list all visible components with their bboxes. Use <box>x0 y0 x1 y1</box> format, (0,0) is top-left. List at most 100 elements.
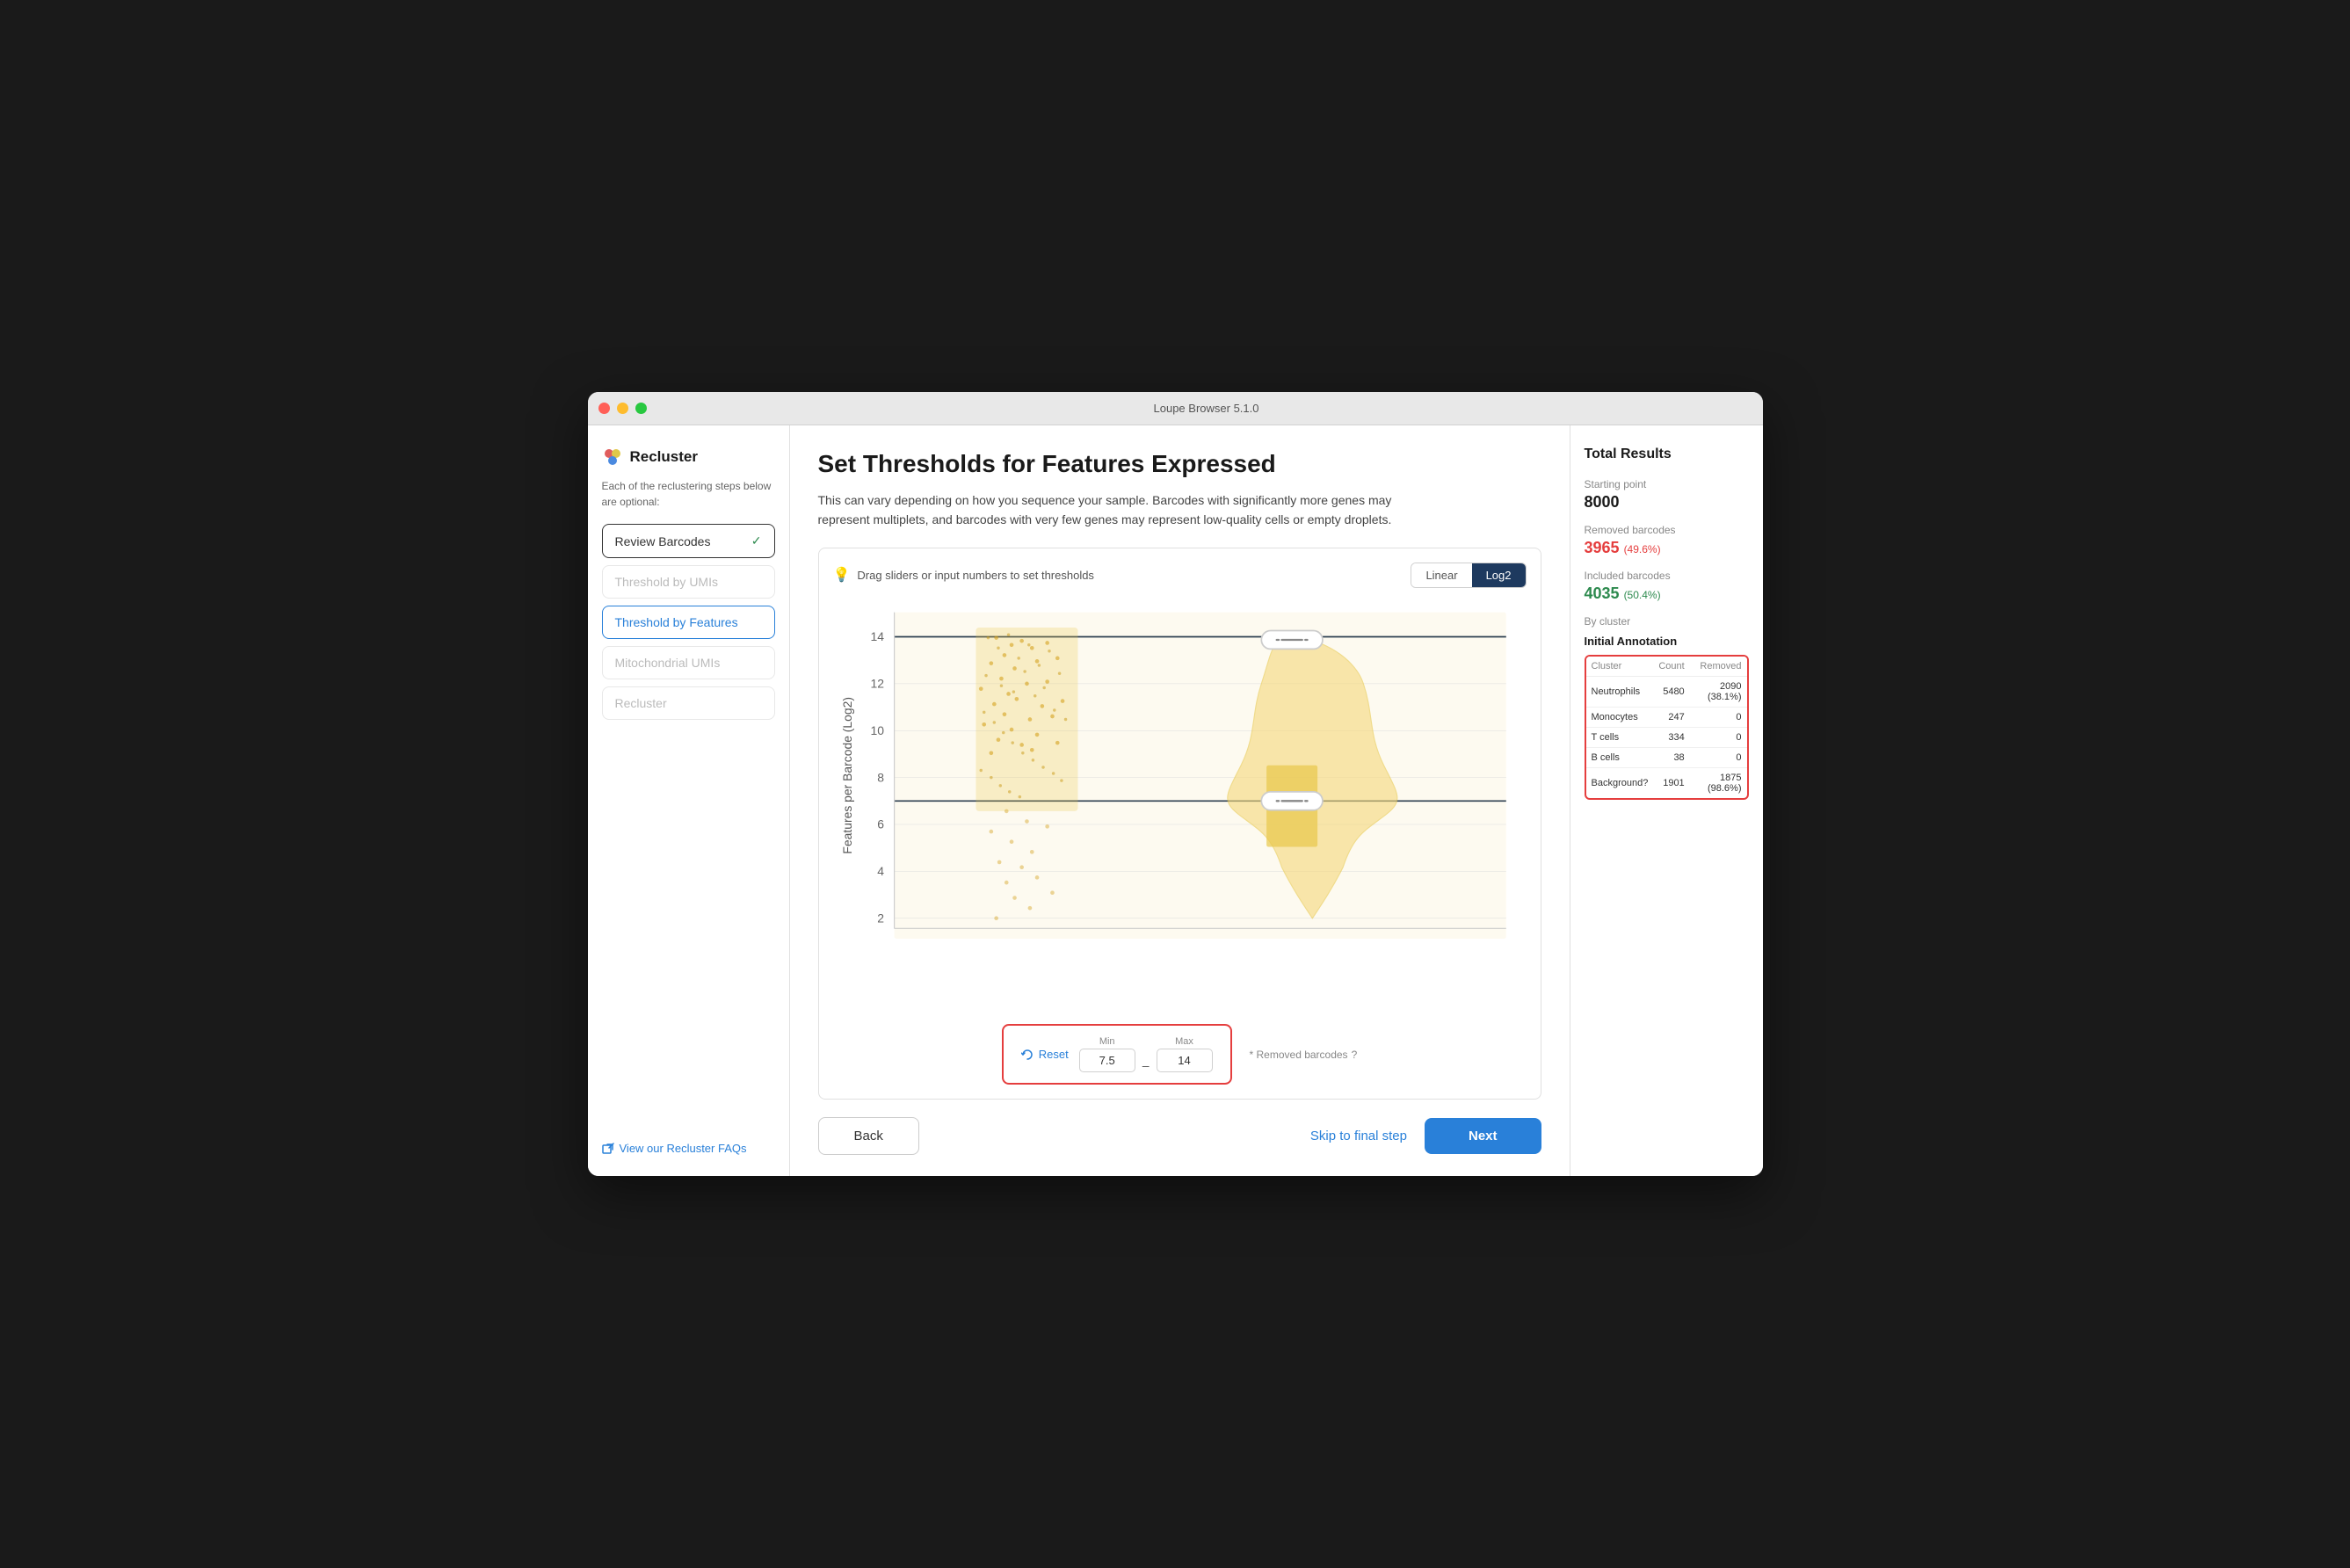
page-description: This can vary depending on how you seque… <box>818 490 1416 530</box>
included-label: Included barcodes <box>1585 570 1749 582</box>
nav-item-label: Threshold by UMIs <box>615 575 718 589</box>
sidebar-item-mitochondrial-umis[interactable]: Mitochondrial UMIs <box>602 646 775 679</box>
cell-cluster: T cells <box>1586 728 1654 748</box>
sidebar-item-review-barcodes[interactable]: Review Barcodes ✓ <box>602 524 775 558</box>
removed-label-text: * Removed barcodes <box>1250 1049 1348 1061</box>
traffic-lights <box>598 403 647 414</box>
cell-removed: 0 <box>1690 708 1747 728</box>
svg-text:12: 12 <box>870 676 884 690</box>
range-dash: – <box>1142 1058 1150 1072</box>
sidebar-footer: View our Recluster FAQs <box>602 1128 775 1155</box>
cluster-table: Cluster Count Removed Neutrophils 5480 2… <box>1586 657 1747 798</box>
cell-cluster: B cells <box>1586 748 1654 768</box>
sidebar-item-threshold-features[interactable]: Threshold by Features <box>602 606 775 639</box>
cell-count: 5480 <box>1653 677 1689 708</box>
scale-log2-button[interactable]: Log2 <box>1472 563 1526 587</box>
sidebar-header: Recluster <box>602 446 775 468</box>
chart-area: 2 4 6 8 10 12 14 Features per Barcode (L… <box>833 599 1527 1013</box>
cell-cluster: Monocytes <box>1586 708 1654 728</box>
svg-text:Features per Barcode (Log2): Features per Barcode (Log2) <box>839 697 853 854</box>
min-label: Min <box>1099 1036 1115 1047</box>
results-title: Total Results <box>1585 446 1749 462</box>
cell-count: 334 <box>1653 728 1689 748</box>
close-button[interactable] <box>598 403 610 414</box>
right-panel: Total Results Starting point 8000 Remove… <box>1570 425 1763 1176</box>
svg-text:8: 8 <box>877 770 884 784</box>
table-row: Background? 1901 1875 (98.6%) <box>1586 768 1747 799</box>
max-group: Max <box>1157 1036 1213 1072</box>
chart-toolbar: 💡 Drag sliders or input numbers to set t… <box>833 563 1527 588</box>
removed-barcodes-label: * Removed barcodes ? <box>1250 1049 1358 1061</box>
sidebar: Recluster Each of the reclustering steps… <box>588 425 790 1176</box>
threshold-range: Min – Max <box>1079 1036 1213 1072</box>
removed-count: 3965 <box>1585 539 1620 556</box>
included-pct: (50.4%) <box>1624 589 1661 601</box>
included-row: Included barcodes 4035 (50.4%) <box>1585 570 1749 603</box>
chart-hint-text: Drag sliders or input numbers to set thr… <box>857 569 1094 582</box>
table-row: Neutrophils 5480 2090 (38.1%) <box>1586 677 1747 708</box>
back-button[interactable]: Back <box>818 1117 919 1155</box>
table-row: T cells 334 0 <box>1586 728 1747 748</box>
app-window: Loupe Browser 5.1.0 Recluster Each of th… <box>588 392 1763 1176</box>
window-title: Loupe Browser 5.1.0 <box>661 402 1752 415</box>
cluster-table-wrapper: Cluster Count Removed Neutrophils 5480 2… <box>1585 655 1749 800</box>
sidebar-nav: Review Barcodes ✓ Threshold by UMIs Thre… <box>602 524 775 720</box>
starting-point-row: Starting point 8000 <box>1585 478 1749 512</box>
svg-text:4: 4 <box>877 864 884 878</box>
recluster-icon <box>602 446 623 468</box>
violin-chart: 2 4 6 8 10 12 14 Features per Barcode (L… <box>833 599 1527 1013</box>
right-actions: Skip to final step Next <box>1310 1118 1541 1154</box>
check-icon: ✓ <box>751 534 762 548</box>
by-cluster-label: By cluster <box>1585 615 1749 628</box>
starting-point-label: Starting point <box>1585 478 1749 490</box>
cell-removed: 0 <box>1690 728 1747 748</box>
removed-label: Removed barcodes <box>1585 524 1749 536</box>
included-value: 4035 (50.4%) <box>1585 584 1749 603</box>
footer-buttons: Back Skip to final step Next <box>818 1117 1541 1155</box>
nav-item-label: Mitochondrial UMIs <box>615 656 721 670</box>
max-input[interactable] <box>1157 1049 1213 1072</box>
main-panel: Set Thresholds for Features Expressed Th… <box>790 425 1570 1176</box>
help-icon[interactable]: ? <box>1352 1049 1358 1061</box>
bulb-icon: 💡 <box>833 566 851 584</box>
next-button[interactable]: Next <box>1425 1118 1541 1154</box>
col-count: Count <box>1653 657 1689 677</box>
removed-pct: (49.6%) <box>1624 543 1661 555</box>
scale-linear-button[interactable]: Linear <box>1411 563 1471 587</box>
min-group: Min <box>1079 1036 1135 1072</box>
titlebar: Loupe Browser 5.1.0 <box>588 392 1763 425</box>
skip-button[interactable]: Skip to final step <box>1310 1129 1407 1143</box>
sidebar-item-threshold-umis[interactable]: Threshold by UMIs <box>602 565 775 599</box>
svg-text:14: 14 <box>870 629 884 643</box>
nav-item-label: Review Barcodes <box>615 534 711 548</box>
svg-text:6: 6 <box>877 817 884 831</box>
chart-hint: 💡 Drag sliders or input numbers to set t… <box>833 566 1094 584</box>
maximize-button[interactable] <box>635 403 647 414</box>
table-row: Monocytes 247 0 <box>1586 708 1747 728</box>
max-label: Max <box>1175 1036 1193 1047</box>
cell-count: 1901 <box>1653 768 1689 799</box>
cell-removed: 1875 (98.6%) <box>1690 768 1747 799</box>
external-link-icon <box>602 1143 614 1155</box>
col-removed: Removed <box>1690 657 1747 677</box>
cell-removed: 2090 (38.1%) <box>1690 677 1747 708</box>
sidebar-title: Recluster <box>630 448 698 466</box>
nav-item-label: Threshold by Features <box>615 615 738 629</box>
svg-text:2: 2 <box>877 911 884 925</box>
page-title: Set Thresholds for Features Expressed <box>818 450 1541 478</box>
reset-button[interactable]: Reset <box>1021 1048 1069 1061</box>
included-count: 4035 <box>1585 584 1620 602</box>
col-cluster: Cluster <box>1586 657 1654 677</box>
nav-item-label: Recluster <box>615 696 667 710</box>
sidebar-item-recluster[interactable]: Recluster <box>602 686 775 720</box>
cell-removed: 0 <box>1690 748 1747 768</box>
table-header-row: Cluster Count Removed <box>1586 657 1747 677</box>
min-input[interactable] <box>1079 1049 1135 1072</box>
annotation-title: Initial Annotation <box>1585 635 1749 648</box>
faq-link[interactable]: View our Recluster FAQs <box>602 1142 775 1155</box>
scale-toggle: Linear Log2 <box>1411 563 1526 588</box>
minimize-button[interactable] <box>617 403 628 414</box>
starting-point-value: 8000 <box>1585 493 1749 512</box>
removed-row: Removed barcodes 3965 (49.6%) <box>1585 524 1749 557</box>
sidebar-description: Each of the reclustering steps below are… <box>602 478 775 510</box>
